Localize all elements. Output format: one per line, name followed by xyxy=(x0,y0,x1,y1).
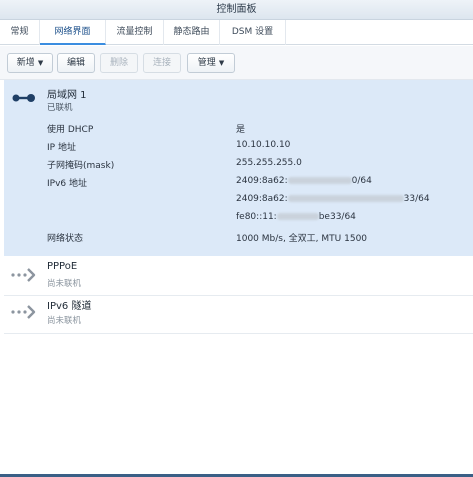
ipv6-suffix: 33/64 xyxy=(403,194,430,204)
detail-label-dhcp: 使用 DHCP xyxy=(47,125,94,135)
disconnected-arrow-icon xyxy=(11,268,36,282)
detail-label-ip: IP 地址 xyxy=(47,143,76,153)
create-button-label: 新增 xyxy=(16,58,35,68)
detail-value-mask: 255.255.255.0 xyxy=(236,158,302,168)
interface-status: 已联机 xyxy=(47,103,73,113)
interface-item-pppoe[interactable]: PPPoE 尚未联机 xyxy=(4,257,473,295)
interface-name: 局域网 1 xyxy=(47,90,87,101)
detail-value-ipv6-1: 2409:8a62: 0/64 xyxy=(236,176,372,186)
connected-node-icon xyxy=(12,94,35,102)
redacted-blur xyxy=(276,213,319,220)
interface-status: 尚未联机 xyxy=(47,316,82,326)
tab-traffic-control[interactable]: 流量控制 xyxy=(106,20,164,45)
detail-value-ipv6-3: fe80::11: be33/64 xyxy=(236,212,356,222)
tab-dsm-settings[interactable]: DSM 设置 xyxy=(220,20,286,45)
edit-button[interactable]: 编辑 xyxy=(57,53,95,73)
interface-item-lan1[interactable]: 局域网 1 已联机 使用 DHCP 是 IP 地址 10.10.10.10 子网… xyxy=(4,80,473,256)
detail-value-dhcp: 是 xyxy=(236,125,246,135)
create-button[interactable]: 新增 ▼ xyxy=(7,53,53,73)
detail-label-network-status: 网络状态 xyxy=(47,234,84,244)
ipv6-suffix: 0/64 xyxy=(351,176,372,186)
ipv6-prefix: 2409:8a62: xyxy=(236,176,288,186)
window-title: 控制面板 xyxy=(0,0,473,20)
tab-bar: 常规 网络界面 流量控制 静态路由 DSM 设置 xyxy=(0,20,473,45)
interface-status: 尚未联机 xyxy=(47,279,82,289)
interface-name: IPv6 隧道 xyxy=(47,301,92,312)
manage-button[interactable]: 管理 ▼ xyxy=(187,53,235,73)
delete-button[interactable]: 删除 xyxy=(100,53,138,73)
interface-name: PPPoE xyxy=(47,261,78,272)
chevron-down-icon: ▼ xyxy=(218,59,225,67)
interface-item-ipv6-tunnel[interactable]: IPv6 隧道 尚未联机 xyxy=(4,295,473,333)
ipv6-prefix: fe80::11: xyxy=(236,212,277,222)
ipv6-suffix: be33/64 xyxy=(318,212,356,222)
detail-label-mask: 子网掩码(mask) xyxy=(47,161,115,171)
disconnected-arrow-icon xyxy=(11,305,36,319)
ipv6-prefix: 2409:8a62: xyxy=(236,194,288,204)
redacted-blur xyxy=(287,195,404,202)
detail-label-ipv6: IPv6 地址 xyxy=(47,179,87,189)
detail-value-network-status: 1000 Mb/s, 全双工, MTU 1500 xyxy=(236,234,368,244)
manage-button-label: 管理 xyxy=(197,58,216,68)
redacted-blur xyxy=(287,177,352,184)
toolbar: 新增 ▼ 编辑 删除 连接 管理 ▼ xyxy=(0,46,473,80)
connect-button[interactable]: 连接 xyxy=(143,53,181,73)
divider xyxy=(4,333,473,334)
detail-value-ipv6-2: 2409:8a62: 33/64 xyxy=(236,194,430,204)
chevron-down-icon: ▼ xyxy=(37,59,44,67)
tab-static-route[interactable]: 静态路由 xyxy=(164,20,220,45)
detail-value-ip: 10.10.10.10 xyxy=(236,140,291,150)
tab-general[interactable]: 常规 xyxy=(0,20,40,45)
tab-network-interface[interactable]: 网络界面 xyxy=(40,20,106,45)
